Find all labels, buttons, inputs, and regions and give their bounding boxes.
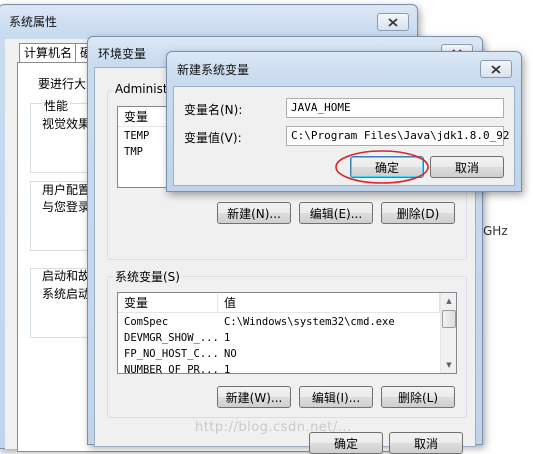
scroll-down-icon[interactable]: ▼ [441, 357, 456, 373]
variable-name: DEVMGR_SHOW_... [124, 332, 219, 344]
variable-name-input[interactable]: JAVA_HOME [286, 98, 504, 118]
cancel-button[interactable]: 取消 [389, 432, 463, 454]
performance-label: 性能 [42, 97, 71, 114]
system-delete-button[interactable]: 删除(L) [381, 386, 455, 408]
variable-value: 1 [224, 364, 231, 374]
variable-value-label: 变量值(V): [184, 131, 242, 145]
watermark: http://blog.csdn.net/... [195, 420, 352, 435]
variable-name: NUMBER_OF_PR... [124, 364, 219, 374]
system-variables-list[interactable]: 变量 值 ComSpec C:\Windows\system32\cmd.exe… [117, 292, 457, 374]
close-icon [388, 17, 398, 27]
user-delete-button[interactable]: 删除(D) [381, 202, 455, 224]
performance-desc: 视觉效果 [42, 117, 91, 131]
variable-value: NO [224, 348, 237, 360]
variable-value-input[interactable]: C:\Program Files\Java\jdk1.8.0_92 [286, 126, 510, 146]
system-variables-label: 系统变量(S) [113, 268, 182, 285]
table-row[interactable]: DEVMGR_SHOW_... 1 [118, 331, 440, 347]
close-button[interactable] [377, 13, 409, 31]
variable-name: TMP [124, 146, 143, 158]
close-icon [491, 64, 501, 74]
variable-value: C:\Windows\system32\cmd.exe [224, 316, 395, 328]
close-button[interactable] [480, 60, 512, 78]
window-title: 新建系统变量 [177, 63, 250, 77]
startup-desc: 系统启动 [42, 287, 91, 301]
variable-name: ComSpec [124, 316, 169, 328]
user-profiles-desc-1: 用户配置 [42, 183, 91, 197]
user-new-button[interactable]: 新建(N)... [217, 202, 291, 224]
system-new-button[interactable]: 新建(W)... [217, 386, 291, 408]
cancel-button[interactable]: 取消 [430, 156, 504, 178]
user-variables-label: Administ [113, 82, 170, 96]
window-title: 系统属性 [9, 15, 58, 29]
highlight-ellipse [335, 150, 429, 184]
column-header-value[interactable]: 值 [218, 293, 440, 313]
system-edit-button[interactable]: 编辑(I)... [299, 386, 373, 408]
tab-computer-name[interactable]: 计算机名 [19, 43, 78, 63]
table-row[interactable]: NUMBER_OF_PR... 1 [118, 363, 440, 374]
user-edit-button[interactable]: 编辑(E)... [299, 202, 373, 224]
variable-name-label: 变量名(N): [184, 103, 243, 117]
column-header-variable[interactable]: 变量 [118, 293, 218, 313]
window-title: 环境变量 [98, 47, 147, 61]
scroll-up-icon[interactable]: ▲ [441, 293, 456, 309]
variable-name: FP_NO_HOST_C... [124, 348, 219, 360]
scroll-thumb[interactable] [442, 310, 456, 328]
vertical-scrollbar[interactable]: ▲ ▼ [440, 293, 456, 373]
ghz-fragment: GHz [483, 224, 508, 238]
variable-name: TEMP [124, 130, 150, 142]
table-row[interactable]: ComSpec C:\Windows\system32\cmd.exe [118, 315, 440, 331]
ok-button[interactable]: 确定 [309, 432, 383, 454]
user-profiles-desc-2: 与您登录 [42, 200, 91, 214]
table-row[interactable]: FP_NO_HOST_C... NO [118, 347, 440, 363]
variable-value: 1 [224, 332, 231, 344]
